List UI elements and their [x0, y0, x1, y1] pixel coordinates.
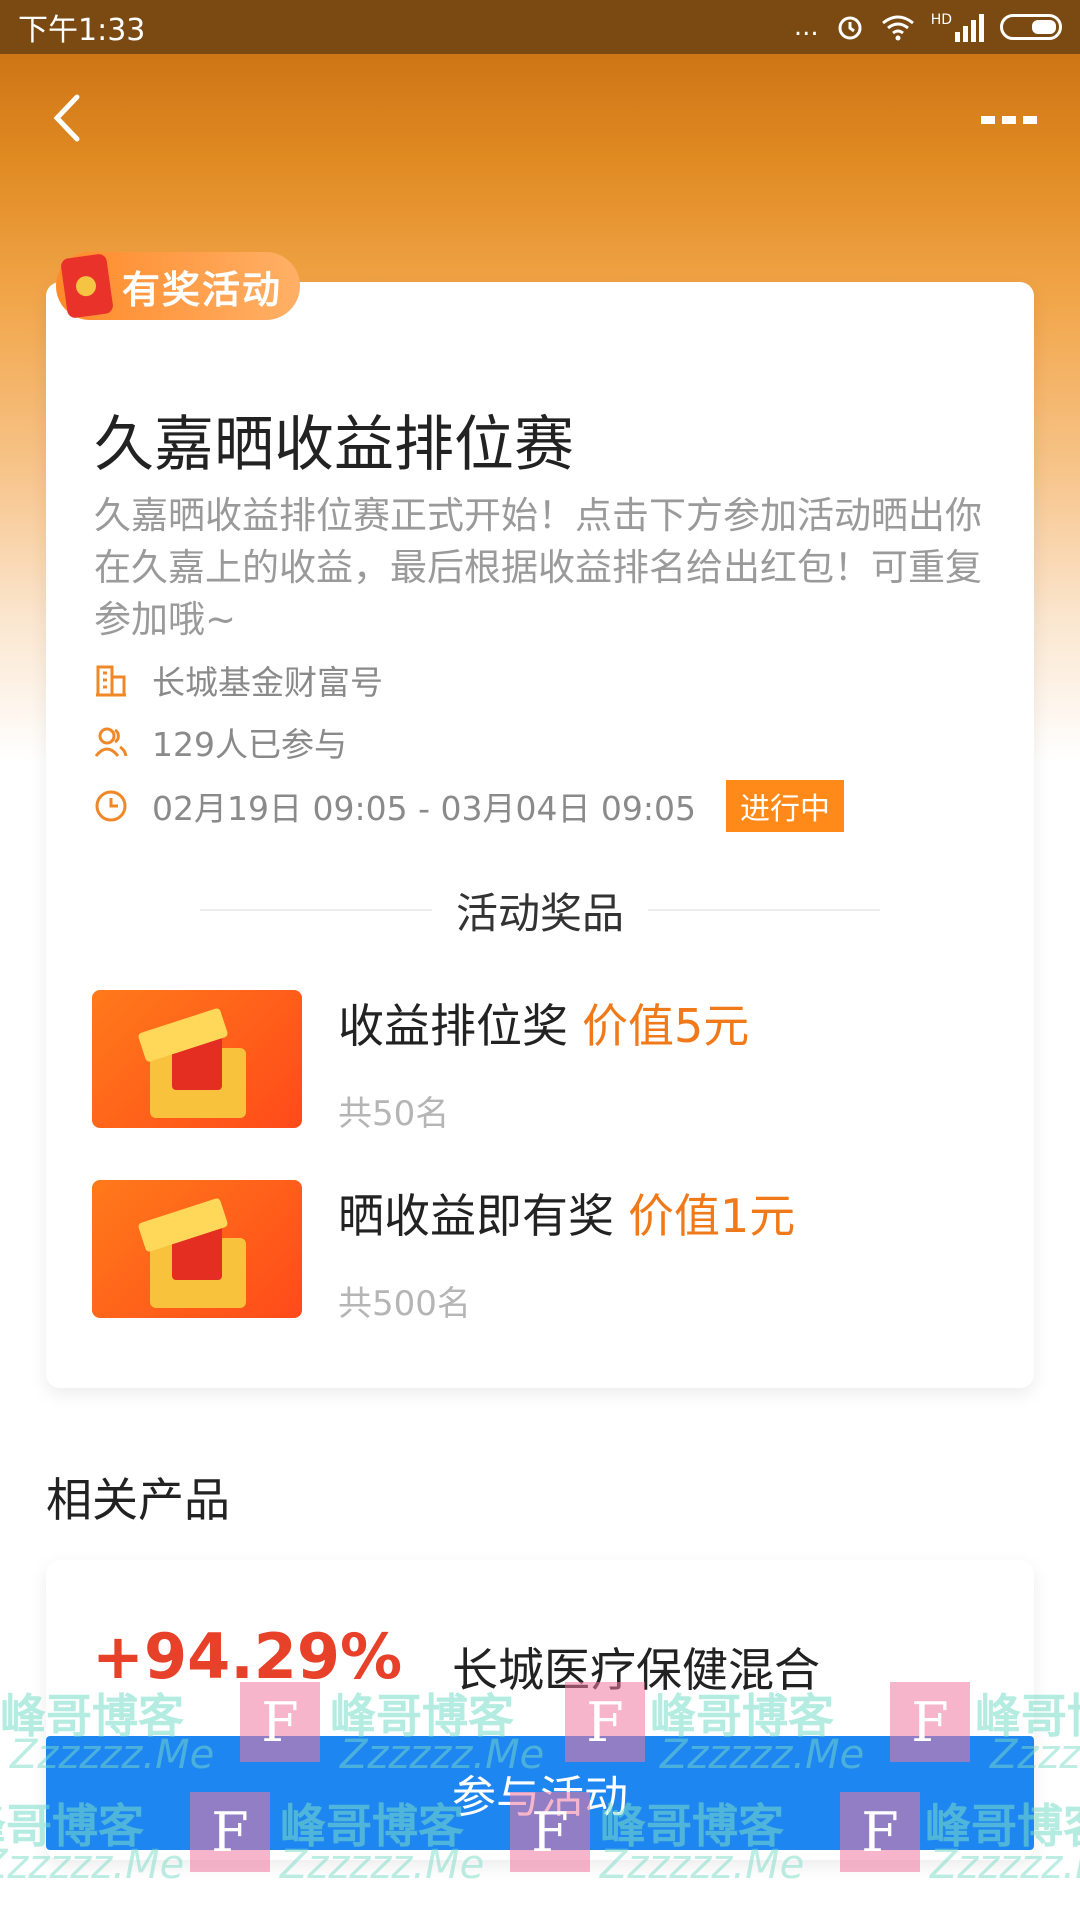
related-products-title: 相关产品 — [46, 1473, 230, 1527]
gift-box-image — [92, 990, 302, 1128]
red-envelope-icon — [60, 253, 114, 319]
network-type-label: HD — [930, 12, 952, 28]
alarm-icon — [838, 16, 862, 40]
prize-value: 价值5元 — [582, 999, 750, 1053]
organizer-label: 长城基金财富号 — [152, 663, 383, 702]
prizes-section-header: 活动奖品 — [200, 880, 881, 940]
join-activity-button[interactable]: 参与活动 — [46, 1736, 1034, 1850]
divider-line — [200, 909, 432, 911]
battery-icon — [1000, 14, 1062, 40]
period-row: 02月19日 09:05 - 03月04日 09:05 进行中 — [94, 780, 845, 832]
participants-label: 129人已参与 — [152, 725, 347, 764]
more-button[interactable] — [974, 100, 1044, 140]
prizes-section-title: 活动奖品 — [456, 888, 625, 938]
prize-item: 晒收益即有奖 价值1元 共500名 — [92, 1180, 992, 1324]
building-icon — [96, 665, 126, 697]
organizer-row: 长城基金财富号 — [94, 656, 383, 704]
reward-tag: 有奖活动 — [56, 252, 300, 320]
prize-item: 收益排位奖 价值5元 共50名 — [92, 990, 992, 1134]
divider-line — [648, 909, 881, 911]
reward-tag-label: 有奖活动 — [122, 267, 283, 312]
product-name[interactable]: 长城医疗保健混合 — [452, 1634, 820, 1700]
signal-icon: HD — [931, 12, 984, 42]
prize-name: 晒收益即有奖 价值1元 — [338, 1189, 796, 1243]
more-dots-icon — [981, 116, 1037, 124]
gift-box-image — [92, 1180, 302, 1318]
period-label: 02月19日 09:05 - 03月04日 09:05 — [152, 789, 697, 828]
chevron-left-icon — [53, 94, 80, 142]
status-badge: 进行中 — [726, 780, 845, 832]
prize-name: 收益排位奖 价值5元 — [338, 999, 750, 1053]
more-status-icon: ... — [793, 12, 819, 42]
prize-count: 共50名 — [338, 1094, 450, 1134]
status-bar: 下午1:33 ... HD — [0, 0, 1080, 54]
wifi-icon — [881, 15, 914, 41]
clock-icon — [95, 790, 127, 822]
activity-description: 久嘉晒收益排位赛正式开始！点击下方参加活动晒出你在久嘉上的收益，最后根据收益排名… — [94, 494, 982, 641]
participants-row: 129人已参与 — [94, 718, 347, 766]
activity-title: 久嘉晒收益排位赛 — [94, 410, 574, 480]
prize-value: 价值1元 — [628, 1189, 796, 1243]
product-return: +94.29% — [92, 1620, 403, 1693]
back-button[interactable] — [36, 88, 96, 148]
status-icons: ... HD — [794, 12, 1062, 42]
prize-count: 共500名 — [338, 1284, 471, 1324]
status-time: 下午1:33 — [18, 13, 146, 48]
users-icon — [94, 727, 128, 757]
